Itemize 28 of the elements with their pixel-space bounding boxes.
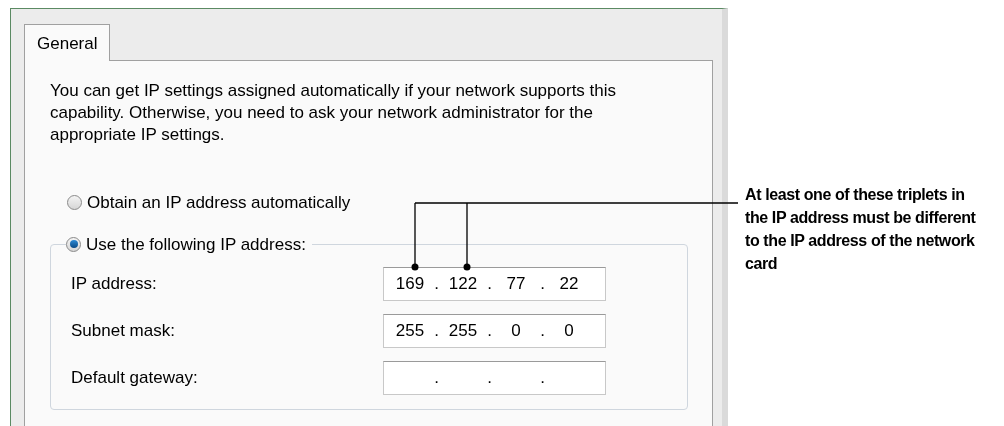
field-label: Default gateway: bbox=[71, 367, 199, 390]
annotation-text: At least one of these triplets in the IP address must be different to the IP address of the network card bbox=[745, 185, 977, 274]
octet-text: 77 bbox=[505, 273, 527, 296]
dot-separator: . bbox=[486, 320, 493, 343]
octet-text: 0 bbox=[510, 320, 522, 343]
radio-label: Use the following IP address: bbox=[86, 233, 306, 256]
dot-separator: . bbox=[486, 367, 493, 390]
dot-separator: . bbox=[486, 273, 493, 296]
octet-text: 0 bbox=[563, 320, 575, 343]
octet-text: 255 bbox=[447, 320, 479, 343]
description-text: You can get IP settings assigned automatically if your network supports this capability. Otherwise, you need to ask your network administrator for the appropriate IP settings. bbox=[50, 80, 618, 146]
field-label: Subnet mask: bbox=[71, 320, 176, 343]
dot-separator: . bbox=[539, 367, 546, 390]
dot-separator: . bbox=[539, 320, 546, 343]
octet-text: 122 bbox=[447, 273, 479, 296]
octet-text: 22 bbox=[558, 273, 580, 296]
dot-separator: . bbox=[433, 273, 440, 296]
field-label: IP address: bbox=[71, 273, 158, 296]
dot-separator: . bbox=[539, 273, 546, 296]
dot-separator: . bbox=[433, 367, 440, 390]
dot-separator: . bbox=[433, 320, 440, 343]
tab[interactable]: General bbox=[24, 24, 111, 61]
ip-address-field[interactable]: 169 . 122 . 77 . 22 bbox=[383, 267, 606, 301]
octet-text: 169 bbox=[394, 273, 426, 296]
ip-address-field[interactable]: . . . bbox=[383, 361, 606, 395]
ip-address-field[interactable]: 255 . 255 . 0 . 0 bbox=[383, 314, 606, 348]
octet-text: 255 bbox=[394, 320, 426, 343]
radio-label: Obtain an IP address automatically bbox=[87, 192, 351, 214]
